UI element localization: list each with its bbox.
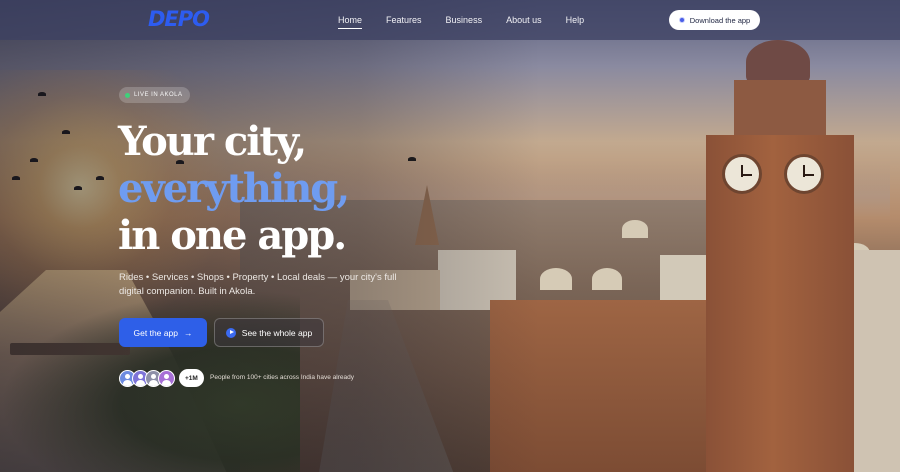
- download-app-label: Download the app: [689, 15, 751, 25]
- nav-link-help[interactable]: Help: [566, 13, 585, 27]
- nav-links: Home Features Business About us Help: [338, 13, 608, 29]
- live-location-badge: LIVE IN AKOLA: [119, 87, 190, 103]
- play-icon: [225, 327, 236, 338]
- get-the-app-button[interactable]: Get the app →: [119, 318, 207, 347]
- live-badge-label: LIVE IN AKOLA: [134, 92, 183, 98]
- social-proof-text: People from 100+ cities across India hav…: [210, 374, 354, 381]
- hero-headline: Your city, everything, in one app.: [118, 118, 350, 259]
- hero-subtitle: Rides • Services • Shops • Property • Lo…: [119, 272, 397, 297]
- nav-link-features[interactable]: Features: [386, 13, 422, 27]
- nav-link-business[interactable]: Business: [446, 13, 483, 27]
- headline-line-1: Your city,: [118, 118, 307, 165]
- live-dot-icon: [125, 92, 130, 98]
- nav-link-home[interactable]: Home: [338, 13, 363, 29]
- get-the-app-label: Get the app: [133, 327, 178, 338]
- arrow-right-icon: →: [183, 327, 193, 338]
- top-navbar: DEPO Home Features Business About us Hel…: [0, 0, 900, 40]
- see-whole-app-label: See the whole app: [241, 327, 313, 338]
- headline-line-3: in one app.: [118, 212, 347, 259]
- user-count-badge: +1M: [179, 369, 204, 387]
- nav-link-about-us[interactable]: About us: [506, 13, 542, 27]
- avatar: [158, 369, 175, 387]
- dot-icon: [678, 17, 685, 23]
- download-app-button[interactable]: Download the app: [669, 10, 760, 30]
- see-whole-app-button[interactable]: See the whole app: [214, 318, 324, 347]
- brand-logo[interactable]: DEPO: [148, 7, 210, 31]
- headline-line-2: everything,: [118, 165, 350, 212]
- user-avatars: +1M: [119, 369, 204, 387]
